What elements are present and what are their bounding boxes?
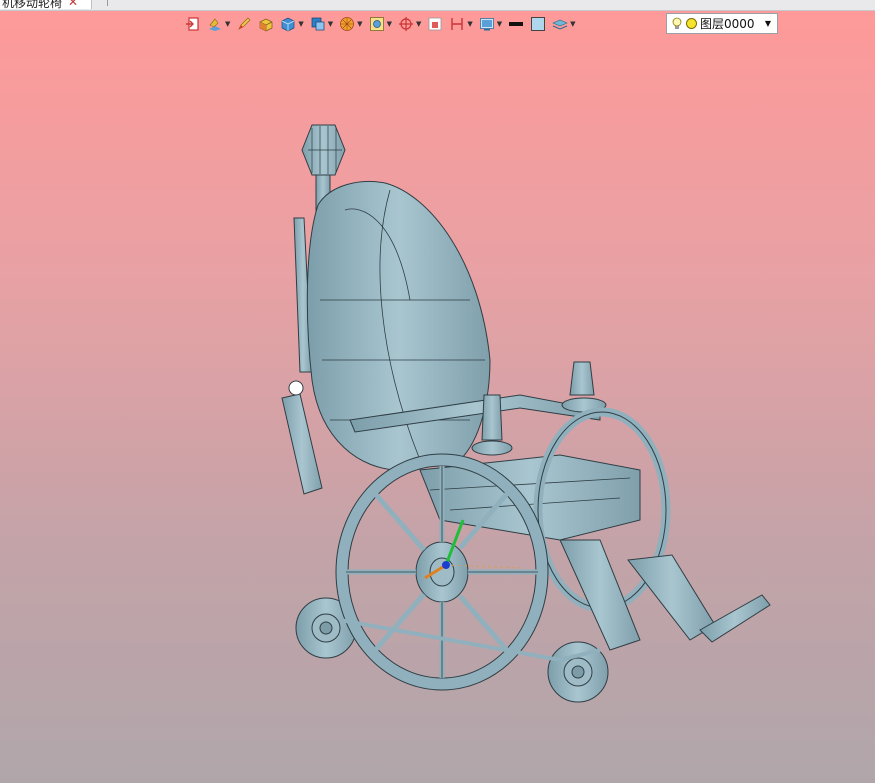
snap-target-button[interactable]: ▼ xyxy=(396,13,423,35)
snap-target-icon xyxy=(398,17,413,31)
chevron-down-icon: ▼ xyxy=(225,20,231,28)
section-view-icon xyxy=(428,17,442,31)
view-cube-button[interactable]: ▼ xyxy=(278,13,305,35)
layers-button[interactable]: ▼ xyxy=(550,13,577,35)
measure-button[interactable]: ▼ xyxy=(447,13,474,35)
chevron-down-icon: ▼ xyxy=(415,20,422,28)
chevron-down-icon: ▼ xyxy=(496,20,503,28)
shaded-box-button[interactable] xyxy=(256,13,276,35)
close-tab-icon[interactable]: ✕ xyxy=(68,0,78,9)
chevron-down-icon: ▼ xyxy=(386,20,392,28)
pen-button[interactable] xyxy=(234,13,254,35)
chevron-down-icon: ▼ xyxy=(327,20,334,28)
layer-color-swatch xyxy=(686,18,697,29)
rear-strut xyxy=(281,393,323,495)
chevron-down-icon: ▼ xyxy=(298,20,304,28)
view-toolbar: ▼ ▼ ▼ ▼ ▼ ▼ ▼ ▼ ▼ xyxy=(183,12,578,36)
seat-back xyxy=(306,180,491,471)
chevron-down-icon: ▼ xyxy=(570,20,576,28)
joystick xyxy=(569,361,595,396)
zoom-fit-button[interactable]: ▼ xyxy=(367,13,394,35)
shaded-box-icon xyxy=(260,18,273,32)
display-settings-icon xyxy=(479,18,494,31)
pen-icon xyxy=(238,17,251,30)
document-tab-title: 机移动轮椅 xyxy=(2,0,63,9)
section-view-button[interactable] xyxy=(425,13,445,35)
chevron-down-icon: ▼ xyxy=(467,20,473,28)
tab-separator xyxy=(107,0,108,6)
render-style-icon xyxy=(209,18,221,31)
standard-views-icon xyxy=(311,17,325,31)
layer-name: 图层0000 xyxy=(700,17,755,31)
exit-sketch-icon xyxy=(186,17,199,31)
line-color-button[interactable] xyxy=(506,13,526,35)
chevron-down-icon: ▼ xyxy=(357,20,363,28)
layers-icon xyxy=(552,19,568,30)
render-style-button[interactable]: ▼ xyxy=(205,13,232,35)
display-settings-button[interactable]: ▼ xyxy=(477,13,504,35)
orient-compass-icon xyxy=(340,17,355,31)
view-cube-icon xyxy=(282,17,295,32)
exit-sketch-button[interactable] xyxy=(183,13,203,35)
line-color-icon xyxy=(509,22,524,26)
document-tabbar: 机移动轮椅 ✕ xyxy=(0,0,875,11)
layer-selector[interactable]: 图层0000 ▼ xyxy=(666,13,778,34)
fill-color-icon xyxy=(531,17,546,31)
fill-color-button[interactable] xyxy=(528,13,548,35)
calf-pad xyxy=(627,554,716,641)
lightbulb-icon xyxy=(672,17,682,29)
wheelchair-model xyxy=(281,124,771,703)
orient-compass-button[interactable]: ▼ xyxy=(337,13,364,35)
3d-viewport[interactable] xyxy=(0,36,875,783)
standard-views-button[interactable]: ▼ xyxy=(308,13,335,35)
measure-icon xyxy=(451,18,464,30)
control-handle xyxy=(481,394,503,441)
document-tab[interactable]: 机移动轮椅 ✕ xyxy=(0,0,92,9)
zoom-fit-icon xyxy=(369,17,384,31)
chevron-down-icon: ▼ xyxy=(764,19,771,28)
